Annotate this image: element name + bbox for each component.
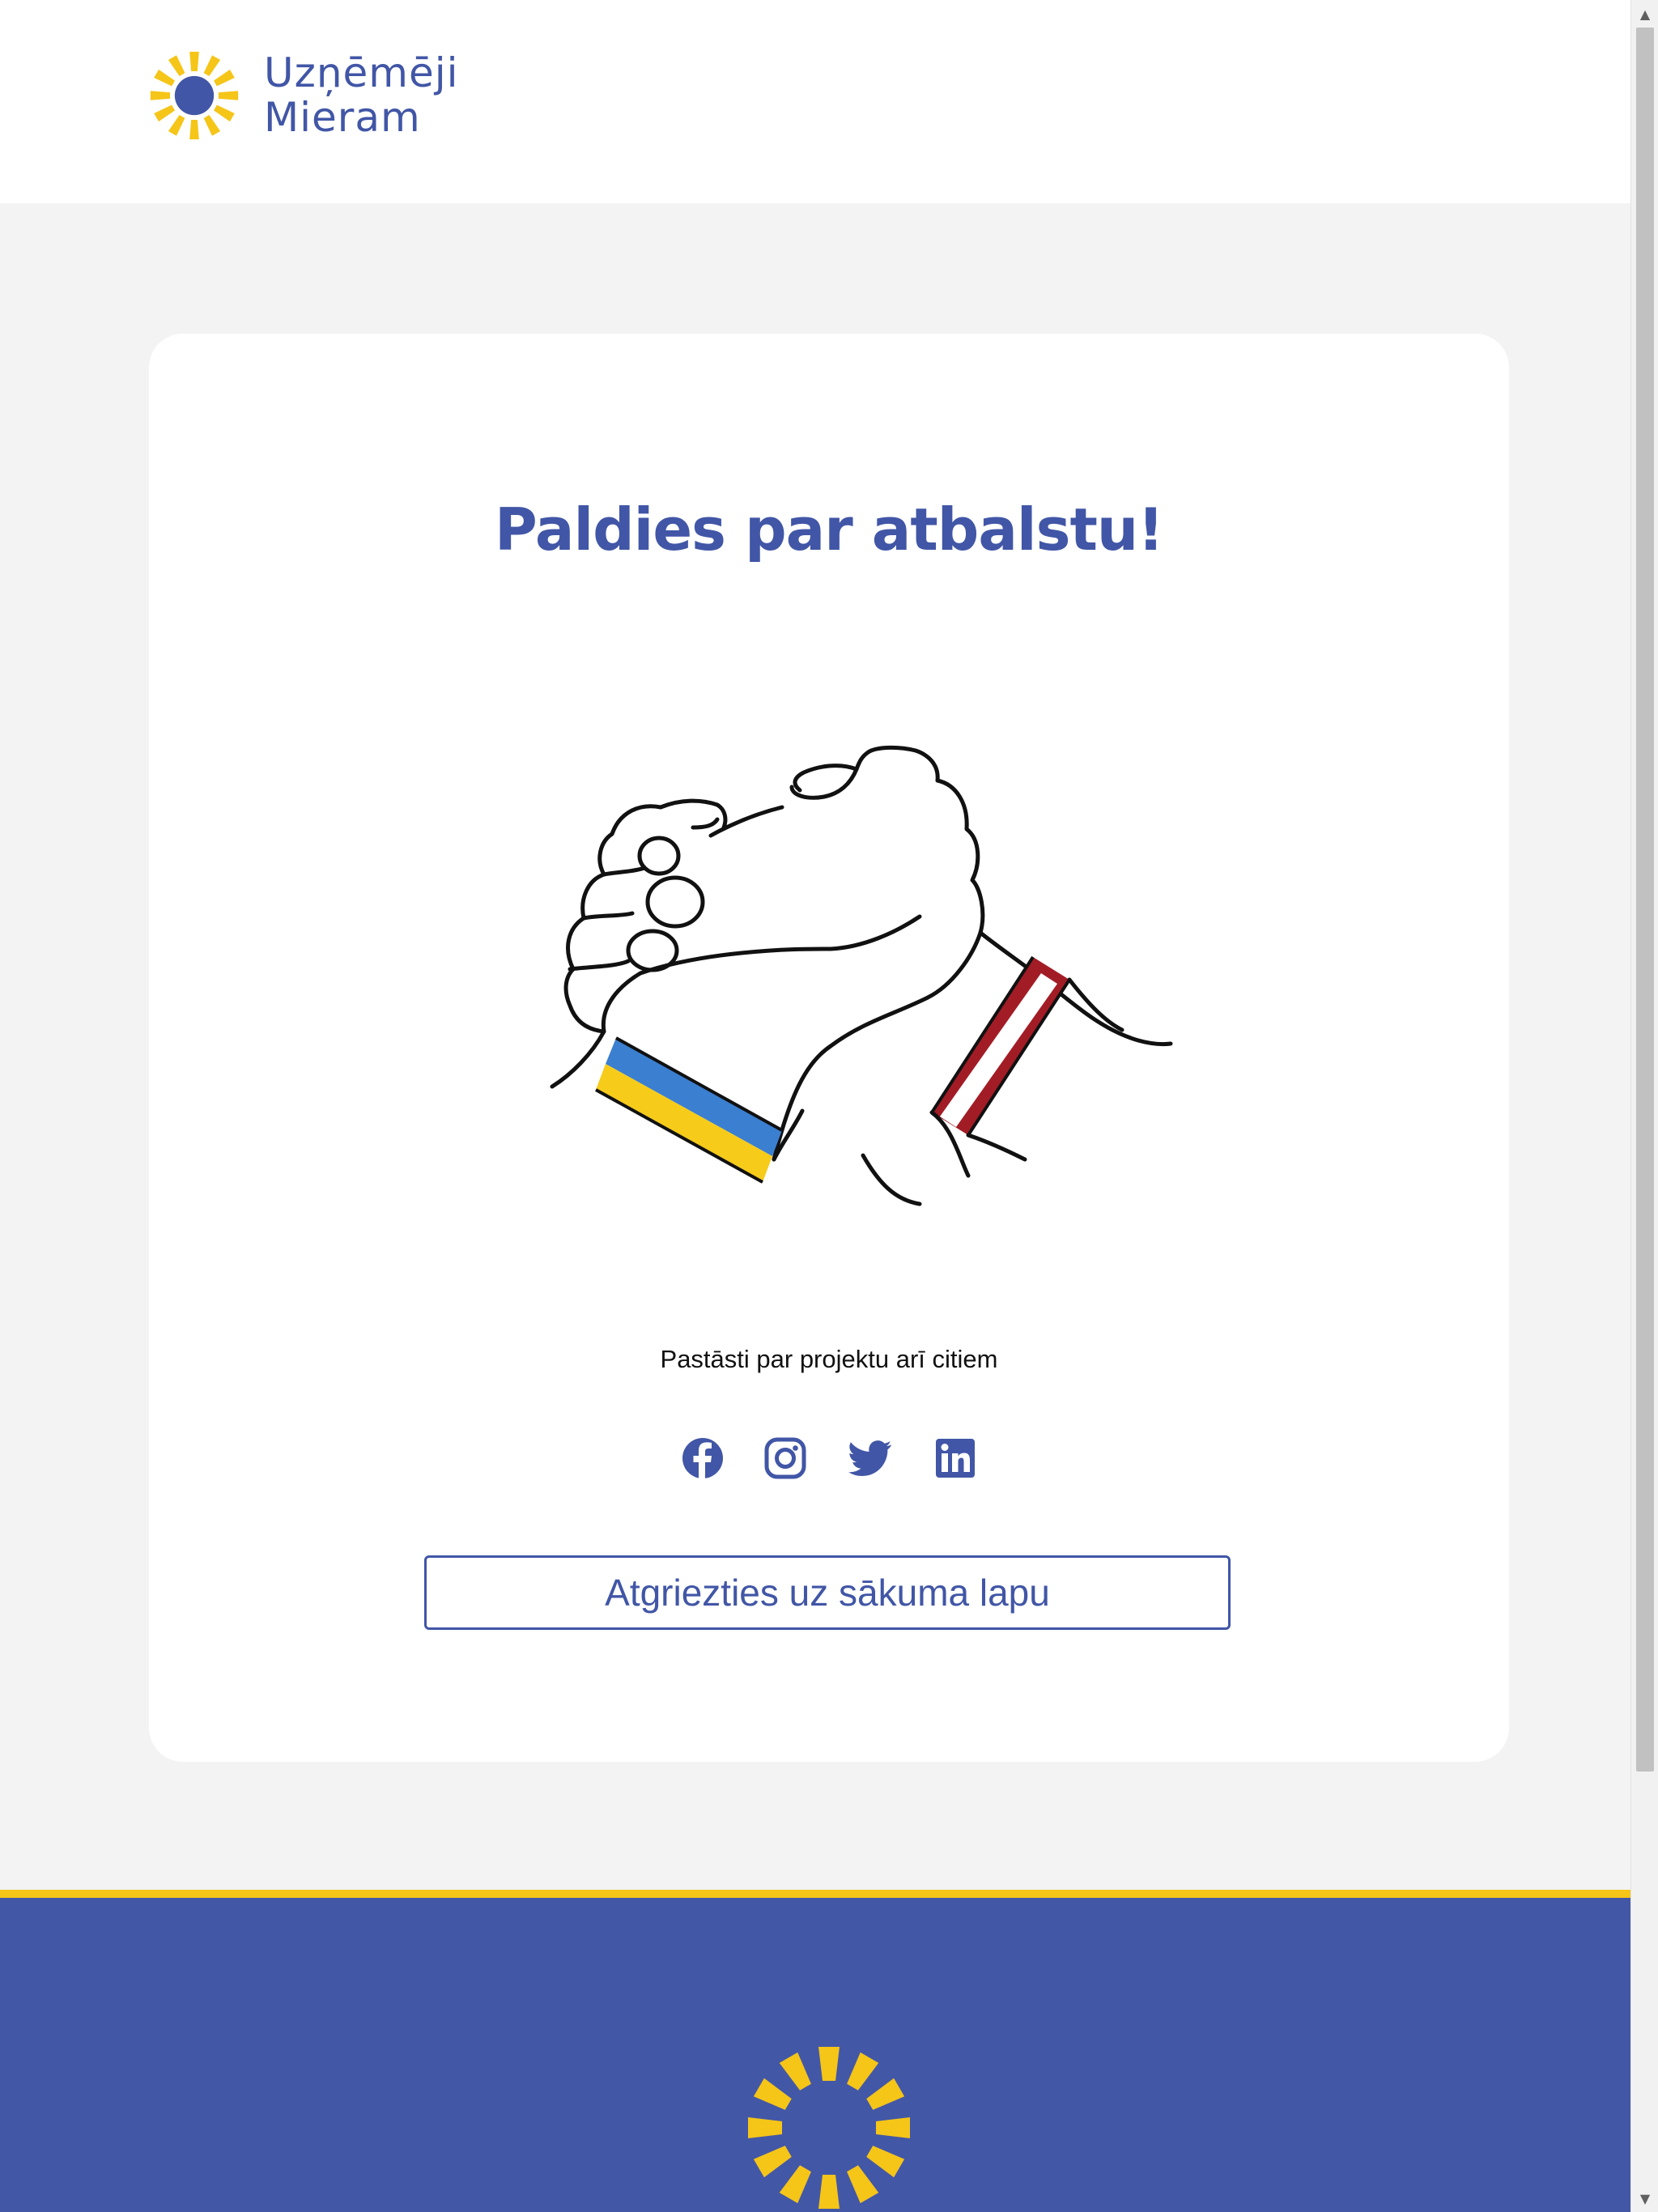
footer-accent-stripe [0,1890,1630,1898]
linkedin-share-link[interactable] [933,1436,977,1480]
page-title: Paldies par atbalstu! [495,496,1164,564]
twitter-icon [848,1440,892,1477]
back-to-home-button[interactable]: Atgriezties uz sākuma lapu [424,1555,1231,1630]
vertical-scrollbar[interactable]: ▲ ▼ [1630,0,1658,2212]
instagram-icon [764,1437,806,1479]
page: Uzņēmēji Mieram Paldies par atbalstu! Pa… [0,0,1630,2212]
site-header: Uzņēmēji Mieram [0,0,1630,203]
thank-you-card: Paldies par atbalstu! Pastāsti par proje… [149,334,1509,1762]
scroll-down-arrow-icon[interactable]: ▼ [1631,2184,1658,2212]
scroll-up-arrow-icon[interactable]: ▲ [1631,0,1658,28]
share-prompt-text: Pastāsti par projektu arī citiem [660,1345,998,1373]
social-share-links [149,1436,1509,1480]
sun-logo-icon [748,2047,910,2209]
instagram-share-link[interactable] [763,1436,807,1480]
footer-logo [746,2045,912,2212]
site-footer [0,1898,1630,2212]
logo-line-1: Uzņēmēji [264,49,459,96]
logo-wordmark: Uzņēmēji Mieram [264,51,459,140]
sun-logo-icon [150,51,239,140]
linkedin-icon [936,1439,975,1478]
scrollbar-thumb[interactable] [1636,28,1654,1772]
facebook-icon [682,1438,723,1478]
logo-line-2: Mieram [264,94,421,141]
site-logo-link[interactable]: Uzņēmēji Mieram [147,49,459,143]
facebook-share-link[interactable] [681,1436,725,1480]
twitter-share-link[interactable] [846,1436,895,1480]
handshake-illustration [550,745,1173,1206]
